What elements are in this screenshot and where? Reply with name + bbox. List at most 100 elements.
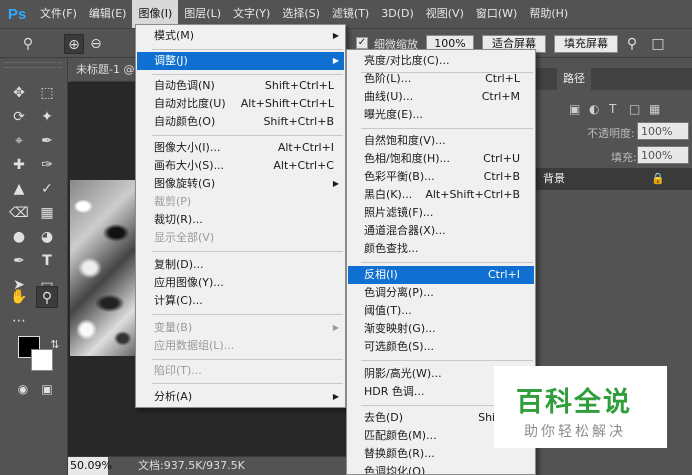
menu-edit[interactable]: 编辑(E) [83,0,133,28]
menu-item-variables[interactable]: 变量(B) ▶ [137,319,344,337]
magic-wand-tool-icon[interactable]: ✦ [36,106,58,128]
filter-smart-icon[interactable]: ▦ [649,102,660,116]
menu-item-label: 渐变映射(G)... [364,322,436,335]
swap-colors-icon[interactable]: ⇅ [44,334,66,356]
menu-item-channel-mixer[interactable]: 通道混合器(X)... [348,222,534,240]
menu-separator [152,74,343,75]
filter-shape-icon[interactable]: □ [629,102,640,116]
menu-item-auto-color[interactable]: 自动颜色(O) Shift+Ctrl+B [137,113,344,131]
watermark-subtitle: 助你轻松解决 [524,424,626,440]
tab-paths[interactable]: 路径 [557,68,591,90]
zoom-out-icon[interactable]: ⊖ [86,34,106,54]
eyedropper-tool-icon[interactable]: ✒ [36,130,58,152]
gradient-tool-icon[interactable]: ▦ [36,202,58,224]
menu-item-label: 裁剪(P) [154,195,192,208]
pen-tool-icon[interactable]: ✒ [8,250,30,272]
hand-tool-icon[interactable]: ✋ [8,286,30,308]
menu-item-apply-data-set[interactable]: 应用数据组(L)... [137,337,344,355]
workspace-icon[interactable]: □ [648,34,668,54]
crop-tool-icon[interactable]: ⌖ [8,130,30,152]
search-icon[interactable]: ⚲ [622,34,642,54]
lasso-tool-icon[interactable]: ⟳ [8,106,30,128]
document-tab[interactable]: 未标题-1 @ [70,58,140,82]
submenu-arrow-icon: ▶ [332,323,339,332]
zoom-tool-icon[interactable]: ⚲ [36,286,58,308]
more-tools-icon[interactable]: ⋯ [8,310,30,332]
zoom-level-field[interactable]: 50.09% [68,457,112,475]
menu-item-analysis[interactable]: 分析(A) ▶ [137,388,344,406]
opacity-input[interactable]: 100% [637,122,689,140]
scrubby-zoom-checkbox[interactable]: ✓ [356,37,368,49]
zoom-in-icon[interactable]: ⊕ [64,34,84,54]
zoom-tool-preset-icon[interactable]: ⚲ [18,34,38,54]
menu-separator [361,360,533,361]
menu-item-adjustments[interactable]: 调整(J) ▶ [137,52,344,70]
type-tool-icon[interactable]: T [36,250,58,272]
menu-item-trim[interactable]: 裁切(R)... [137,211,344,229]
healing-brush-tool-icon[interactable]: ✚ [8,154,30,176]
dodge-tool-icon[interactable]: ◕ [36,226,58,248]
brush-tool-icon[interactable]: ✑ [36,154,58,176]
filter-type-icon[interactable]: T [609,102,616,116]
document-info[interactable]: 文档:937.5K/937.5K [138,457,245,475]
menu-shortcut: Alt+Shift+Ctrl+B [425,188,520,201]
menu-item-levels[interactable]: 色阶(L)... Ctrl+L [348,70,534,88]
panel-tabbar: 路径 [533,68,692,90]
menu-item-color-lookup[interactable]: 颜色查找... [348,240,534,258]
menu-item-equalize[interactable]: 色调均化(Q) [348,463,534,475]
marquee-tool-icon[interactable]: ⬚ [36,82,58,104]
layer-row-background[interactable]: 背景 🔒 [533,168,692,190]
menu-item-trap[interactable]: 陷印(T)... [137,362,344,380]
menu-item-color-balance[interactable]: 色彩平衡(B)... Ctrl+B [348,168,534,186]
menu-shortcut: Ctrl+M [481,90,520,103]
menu-window[interactable]: 窗口(W) [470,0,523,28]
menu-item-label: 画布大小(S)... [154,159,225,172]
eraser-tool-icon[interactable]: ⌫ [8,202,30,224]
menu-item-vibrance[interactable]: 自然饱和度(V)... [348,132,534,150]
move-tool-icon[interactable]: ✥ [8,82,30,104]
menu-item-label: 变量(B) [154,321,193,334]
menu-separator [361,262,533,263]
blur-tool-icon[interactable]: ● [8,226,30,248]
menu-item-selective-color[interactable]: 可选颜色(S)... [348,338,534,356]
menu-item-image-size[interactable]: 图像大小(I)... Alt+Ctrl+I [137,139,344,157]
menu-item-reveal-all[interactable]: 显示全部(V) [137,229,344,247]
menu-item-label: 色调均化(Q) [364,465,426,475]
menu-item-photo-filter[interactable]: 照片滤镜(F)... [348,204,534,222]
menu-view[interactable]: 视图(V) [420,0,470,28]
filter-adjust-icon[interactable]: ◐ [589,102,599,116]
menu-item-mode[interactable]: 模式(M) ▶ [137,27,344,45]
fill-screen-button[interactable]: 填充屏幕 [554,35,618,53]
menu-item-threshold[interactable]: 阈值(T)... [348,302,534,320]
screen-mode-icon[interactable]: ▣ [36,378,58,400]
menu-item-auto-tone[interactable]: 自动色调(N) Shift+Ctrl+L [137,77,344,95]
menu-item-label: 去色(D) [364,411,404,424]
menu-file[interactable]: 文件(F) [34,0,83,28]
fill-input[interactable]: 100% [637,146,689,164]
menu-item-exposure[interactable]: 曝光度(E)... [348,106,534,124]
menu-item-brightness-contrast[interactable]: 亮度/对比度(C)... [348,52,534,70]
menu-shortcut: Shift+Ctrl+B [263,115,334,128]
menu-item-image-rotation[interactable]: 图像旋转(G) ▶ [137,175,344,193]
quick-mask-icon[interactable]: ◉ [12,378,34,400]
menu-item-gradient-map[interactable]: 渐变映射(G)... [348,320,534,338]
menu-item-apply-image[interactable]: 应用图像(Y)... [137,274,344,292]
clone-stamp-tool-icon[interactable]: ▲ [8,178,30,200]
menu-item-curves[interactable]: 曲线(U)... Ctrl+M [348,88,534,106]
menu-item-hue-saturation[interactable]: 色相/饱和度(H)... Ctrl+U [348,150,534,168]
menu-item-duplicate[interactable]: 复制(D)... [137,256,344,274]
menu-item-canvas-size[interactable]: 画布大小(S)... Alt+Ctrl+C [137,157,344,175]
filter-image-icon[interactable]: ▣ [569,102,580,116]
menu-3d[interactable]: 3D(D) [375,0,420,28]
menu-item-auto-contrast[interactable]: 自动对比度(U) Alt+Shift+Ctrl+L [137,95,344,113]
toolbar-grip[interactable] [4,62,62,68]
menu-help[interactable]: 帮助(H) [523,0,574,28]
menu-item-posterize[interactable]: 色调分离(P)... [348,284,534,302]
menu-item-invert[interactable]: 反相(I) Ctrl+I [348,266,534,284]
menu-item-black-white[interactable]: 黑白(K)... Alt+Shift+Ctrl+B [348,186,534,204]
menu-bar: Ps 文件(F) 编辑(E) 图像(I) 图层(L) 文字(Y) 选择(S) 滤… [0,0,692,28]
menu-item-label: 应用图像(Y)... [154,276,224,289]
menu-item-crop[interactable]: 裁剪(P) [137,193,344,211]
menu-item-calculations[interactable]: 计算(C)... [137,292,344,310]
history-brush-tool-icon[interactable]: ✓ [36,178,58,200]
